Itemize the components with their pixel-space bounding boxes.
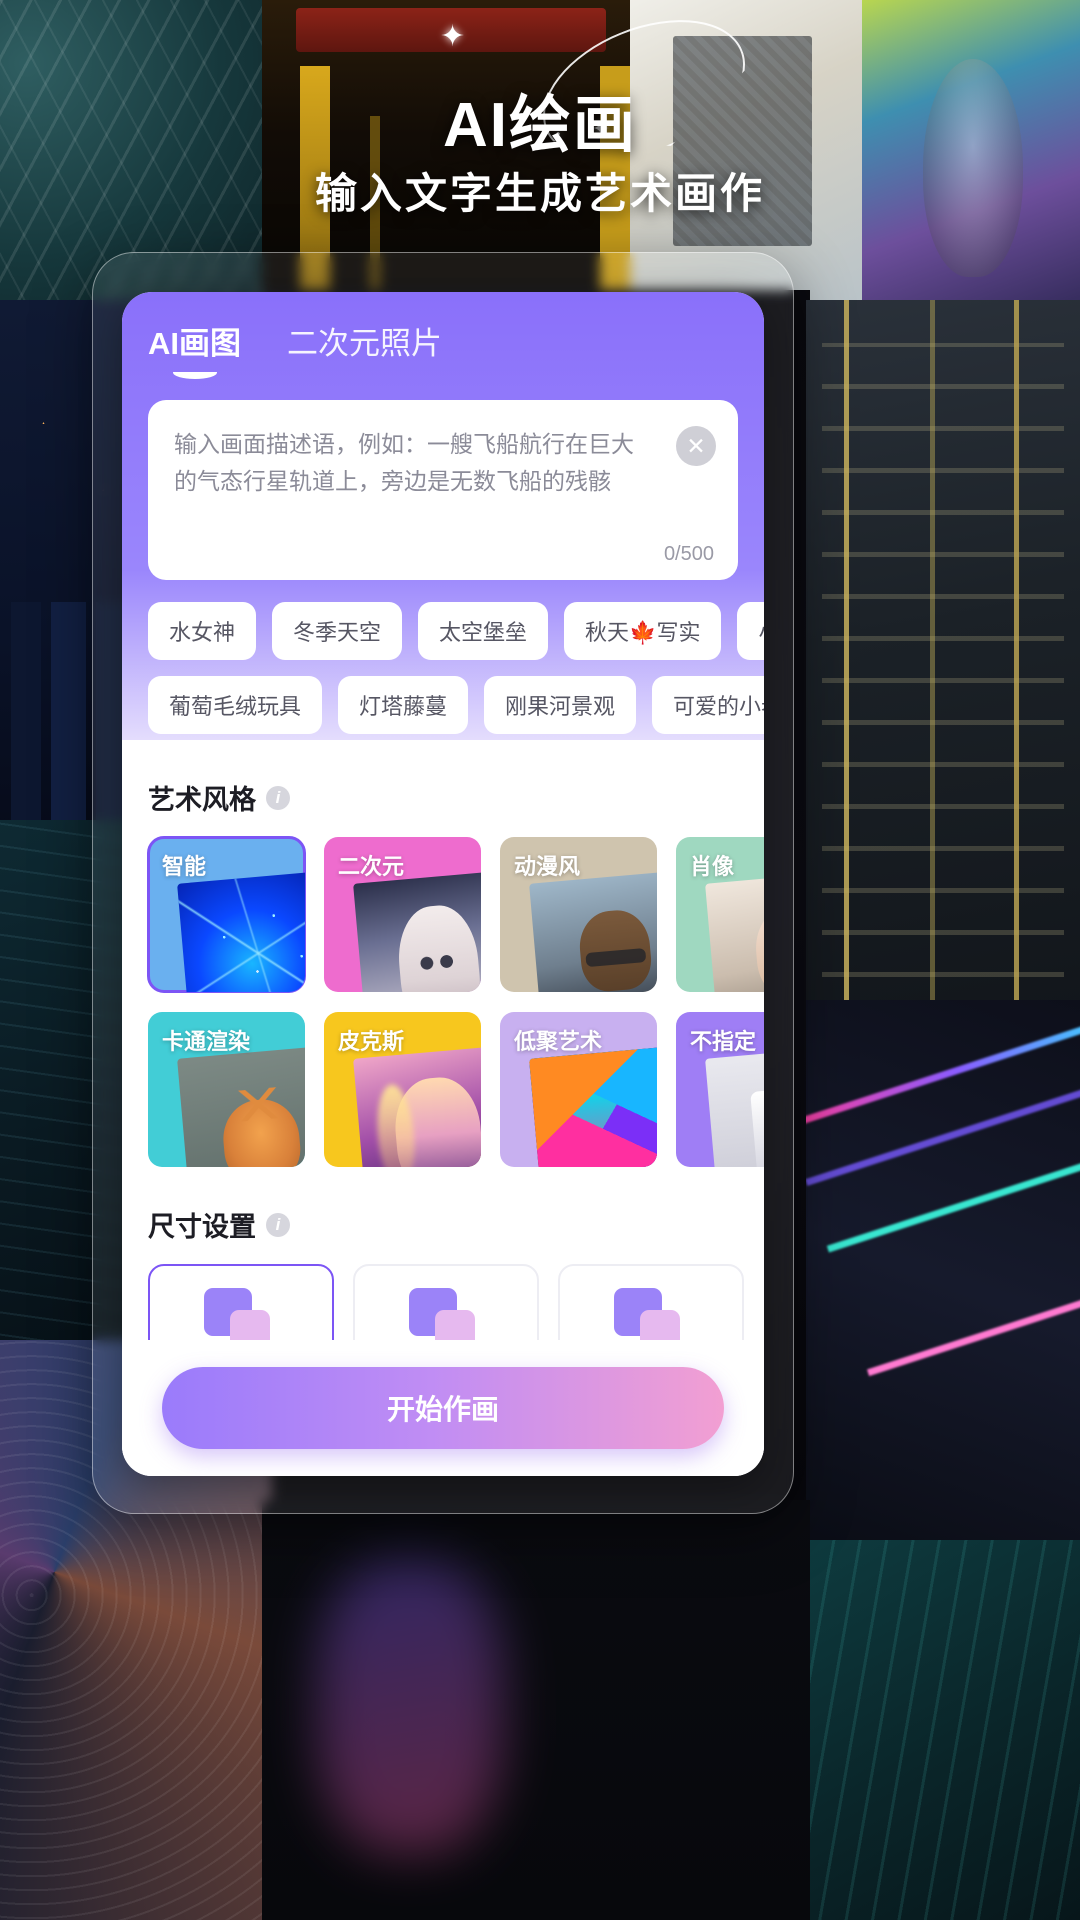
style-card-cartoon-render[interactable]: 卡通渲染: [148, 1012, 305, 1167]
page-title: AI绘画: [442, 91, 637, 160]
prompt-input-box[interactable]: 输入画面描述语，例如：一艘飞船航行在巨大的气态行星轨道上，旁边是无数飞船的残骸 …: [148, 400, 738, 580]
tab-bar: AI画图 二次元照片: [148, 318, 442, 379]
style-thumbnail: [352, 871, 481, 992]
style-card-label: 卡通渲染: [162, 1029, 251, 1054]
style-thumbnail: [176, 1046, 305, 1167]
suggestion-chip[interactable]: 太空堡垒: [418, 602, 549, 660]
style-card-label: 不指定: [690, 1029, 757, 1054]
size-settings-title: 尺寸设置: [148, 1212, 256, 1242]
style-thumbnail: [528, 871, 657, 992]
info-icon[interactable]: i: [266, 1212, 290, 1237]
tab-anime-photo-label: 二次元照片: [287, 326, 442, 361]
bg-tile-teal-lines: [806, 1540, 1080, 1920]
art-style-row-1: 智能 二次元 动漫风 肖像: [122, 836, 764, 993]
hero-header: ✦ ✦ • AI绘画 输入文字生成艺术画作: [0, 0, 1080, 270]
suggestion-chip[interactable]: 刚果河景观: [484, 676, 637, 734]
suggestion-chip[interactable]: 可爱的小老鼠: [652, 676, 764, 734]
suggestion-chip[interactable]: 水女神: [148, 602, 257, 660]
suggestion-chip[interactable]: 葡萄毛绒玩具: [148, 676, 323, 734]
style-thumbnail: [352, 1046, 481, 1167]
style-card-portrait[interactable]: 肖像: [676, 837, 764, 992]
cta-container: 开始作画: [122, 1340, 764, 1476]
style-thumbnail: [176, 871, 305, 992]
suggestion-chip[interactable]: 灯塔藤蔓: [338, 676, 469, 734]
start-drawing-button[interactable]: 开始作画: [162, 1367, 724, 1449]
clear-icon[interactable]: ✕: [676, 426, 716, 466]
art-style-header: 艺术风格 i: [122, 740, 764, 817]
page-subtitle: 输入文字生成艺术画作: [314, 170, 765, 217]
prompt-placeholder: 输入画面描述语，例如：一艘飞船航行在巨大的气态行星轨道上，旁边是无数飞船的残骸: [174, 431, 634, 494]
style-card-label: 智能: [162, 854, 207, 879]
ai-drawing-card: AI画图 二次元照片 输入画面描述语，例如：一艘飞船航行在巨大的气态行星轨道上，…: [122, 292, 764, 1476]
tab-ai-draw-label: AI画图: [148, 326, 241, 361]
style-card-unspecified[interactable]: 不指定: [676, 1012, 764, 1167]
style-card-label: 低聚艺术: [514, 1029, 603, 1054]
style-card-lowpoly[interactable]: 低聚艺术: [500, 1012, 657, 1167]
tab-anime-photo[interactable]: 二次元照片: [287, 318, 442, 375]
suggestion-row-2: 葡萄毛绒玩具 灯塔藤蔓 刚果河景观 可爱的小老鼠: [122, 676, 764, 734]
suggestion-chip[interactable]: 小猫头: [737, 602, 764, 660]
tab-ai-draw[interactable]: AI画图: [148, 318, 241, 379]
style-card-label: 动漫风: [514, 854, 581, 879]
style-card-label: 肖像: [690, 854, 735, 879]
info-icon[interactable]: i: [266, 785, 290, 810]
size-settings-header: 尺寸设置 i: [122, 1167, 764, 1244]
style-card-label: 二次元: [338, 854, 405, 879]
style-card-label: 皮克斯: [338, 1029, 405, 1054]
style-thumbnail: [528, 1046, 657, 1167]
suggestion-row-1: 水女神 冬季天空 太空堡垒 秋天🍁写实 小猫头: [122, 602, 764, 660]
style-card-pixar[interactable]: 皮克斯: [324, 1012, 481, 1167]
style-card-anime2d[interactable]: 二次元: [324, 837, 481, 992]
bg-tile-neon-lines: [806, 1000, 1080, 1560]
tab-active-underline: [172, 366, 217, 379]
sparkle-icon: ✦: [440, 20, 466, 53]
style-thumbnail: [704, 871, 764, 992]
suggestion-chip[interactable]: 冬季天空: [272, 602, 403, 660]
character-counter: 0/500: [663, 543, 714, 565]
style-card-ai[interactable]: 智能: [147, 836, 306, 993]
art-style-title: 艺术风格: [148, 785, 256, 815]
card-body: 艺术风格 i 智能 二次元 动漫风 肖像 卡通渲染 皮克斯 低聚艺术 不指定 尺…: [122, 740, 764, 1476]
suggestion-chips: 水女神 冬季天空 太空堡垒 秋天🍁写实 小猫头 葡萄毛绒玩具 灯塔藤蔓 刚果河景…: [122, 602, 764, 750]
bg-tile-stairs: [806, 300, 1080, 1020]
card-purple-header: AI画图 二次元照片 输入画面描述语，例如：一艘飞船航行在巨大的气态行星轨道上，…: [122, 292, 764, 740]
style-thumbnail: [704, 1046, 764, 1167]
art-style-row-2: 卡通渲染 皮克斯 低聚艺术 不指定: [122, 1012, 764, 1167]
suggestion-chip[interactable]: 秋天🍁写实: [564, 602, 722, 660]
bg-tile-bottom-dark: [262, 1500, 810, 1920]
style-card-manga[interactable]: 动漫风: [500, 837, 657, 992]
